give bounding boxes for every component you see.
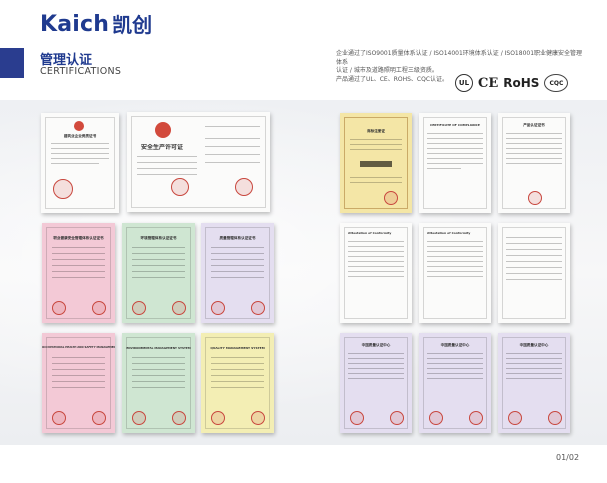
cert-logos: UL CE RoHS CQC: [455, 74, 569, 92]
ce-logo-icon: CE: [478, 75, 499, 91]
certificate-title: 中国质量认证中心: [440, 343, 470, 347]
certificate-ems-cn: 环境管理体系认证证书: [122, 223, 195, 323]
certificate-title: 环境管理体系认证证书: [140, 236, 177, 240]
ul-logo-icon: UL: [455, 74, 473, 92]
certificate-title: 建筑业企业资质证书: [63, 134, 97, 138]
certificate-qms-cn: 质量管理体系认证证书: [201, 223, 274, 323]
section-subtitle: CERTIFICATIONS: [40, 66, 122, 77]
certificate-ohsms-en: OCCUPATIONAL HEALTH AND SAFETY MANAGEMEN…: [42, 333, 115, 433]
brand-name-cn: 凯创: [112, 13, 153, 37]
certificate-title: Attestation of Conformity: [427, 231, 471, 235]
certificate-ohsms-cn: 职业健康安全管理体系认证证书: [42, 223, 115, 323]
certificate-cqc-product: 产品认证证书: [498, 113, 570, 213]
certificate-title: 安全生产许可证: [140, 144, 183, 151]
certificate-safety-license: 安全生产许可证: [127, 112, 270, 212]
certificate-title: 商标注册证: [367, 129, 385, 133]
certificate-cqc-2: 中国质量认证中心: [340, 333, 412, 433]
certificate-title: Attestation of Conformity: [348, 231, 392, 235]
certificate-title: QUALITY MANAGEMENT SYSTEM: [210, 346, 265, 350]
certificate-ul: CERTIFICATE OF COMPLIANCE: [419, 113, 491, 213]
page-number: 01/02: [556, 453, 580, 462]
certificate-title: CERTIFICATE OF COMPLIANCE: [430, 123, 480, 127]
certificate-qualification: 建筑业企业资质证书: [41, 113, 119, 213]
certificate-ems-en: ENVIRONMENTAL MANAGEMENT SYSTEM: [122, 333, 195, 433]
certificate-title: 中国质量认证中心: [519, 343, 549, 347]
certificate-title: OCCUPATIONAL HEALTH AND SAFETY MANAGEMEN…: [42, 346, 115, 349]
certificate-ce-2: Attestation of Conformity: [419, 223, 491, 323]
certificate-ce-1: Attestation of Conformity: [340, 223, 412, 323]
certificate-title: 质量管理体系认证证书: [219, 236, 256, 240]
rohs-logo-icon: RoHS: [503, 76, 540, 90]
certificate-cqc-4: 中国质量认证中心: [498, 333, 570, 433]
section-accent-bar: [0, 48, 24, 78]
brand-logo: Kaich 凯创: [40, 8, 152, 38]
brand-name-en: Kaich: [40, 12, 110, 37]
certificate-ce-3: [498, 223, 570, 323]
certificate-qms-en: QUALITY MANAGEMENT SYSTEM: [201, 333, 274, 433]
certificate-title: 中国质量认证中心: [361, 343, 391, 347]
certificate-title: 产品认证证书: [523, 123, 545, 127]
brochure-page: Kaich 凯创 管理认证 CERTIFICATIONS 企业通过了ISO900…: [0, 0, 607, 483]
cqc-logo-icon: CQC: [544, 74, 569, 92]
certificate-trademark: 商标注册证: [340, 113, 412, 213]
certificate-title: 职业健康安全管理体系认证证书: [53, 236, 104, 240]
certificate-title: ENVIRONMENTAL MANAGEMENT SYSTEM: [126, 346, 191, 350]
intro-line-1: 企业通过了ISO9001质量体系认证 / ISO14001环境体系认证 / IS…: [336, 50, 583, 66]
certificate-cqc-3: 中国质量认证中心: [419, 333, 491, 433]
